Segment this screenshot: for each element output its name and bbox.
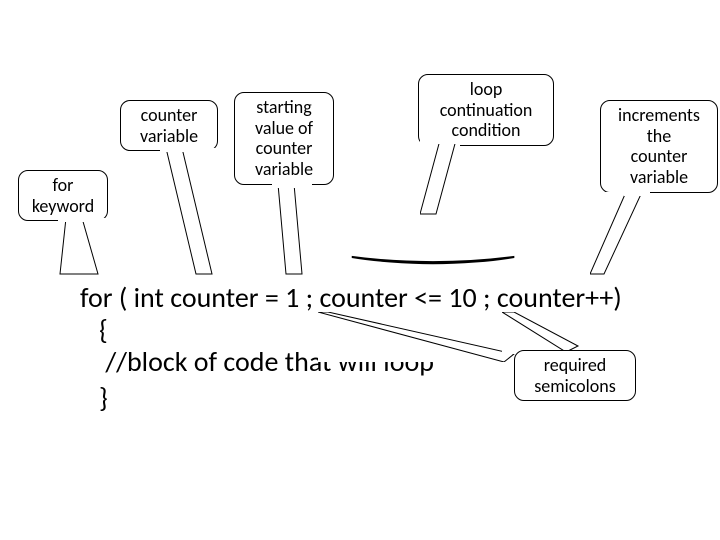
pointer-loop-condition: [420, 140, 460, 218]
callout-for-keyword: for keyword: [18, 170, 108, 221]
callout-increments-text: increments the counter variable: [618, 104, 700, 188]
callout-counter-variable: counter variable: [120, 100, 218, 151]
code-line-1: for ( int counter = 1 ; counter <= 10 ; …: [80, 280, 622, 315]
callout-semicolons: required semicolons: [514, 350, 636, 401]
pointer-counter-variable: [160, 148, 220, 278]
callout-for-keyword-text: for keyword: [32, 174, 94, 217]
code-line-4: }: [80, 380, 108, 415]
pointer-semicolon-2: [502, 312, 582, 354]
pointer-increments: [590, 192, 650, 278]
pointer-for-keyword: [58, 218, 108, 278]
callout-loop-condition: loop continuation condition: [418, 74, 554, 146]
callout-starting-value: starting value of counter variable: [234, 92, 334, 185]
pointer-semicolon-1: [318, 312, 518, 362]
pointer-starting-value: [272, 184, 312, 278]
callout-counter-variable-text: counter variable: [140, 104, 198, 147]
callout-increments: increments the counter variable: [600, 100, 718, 193]
callout-starting-value-text: starting value of counter variable: [255, 96, 313, 180]
brace-loop-condition: ⏝: [350, 216, 516, 263]
callout-semicolons-text: required semicolons: [534, 354, 616, 397]
callout-loop-condition-text: loop continuation condition: [440, 78, 533, 141]
code-line-2: {: [80, 312, 108, 347]
